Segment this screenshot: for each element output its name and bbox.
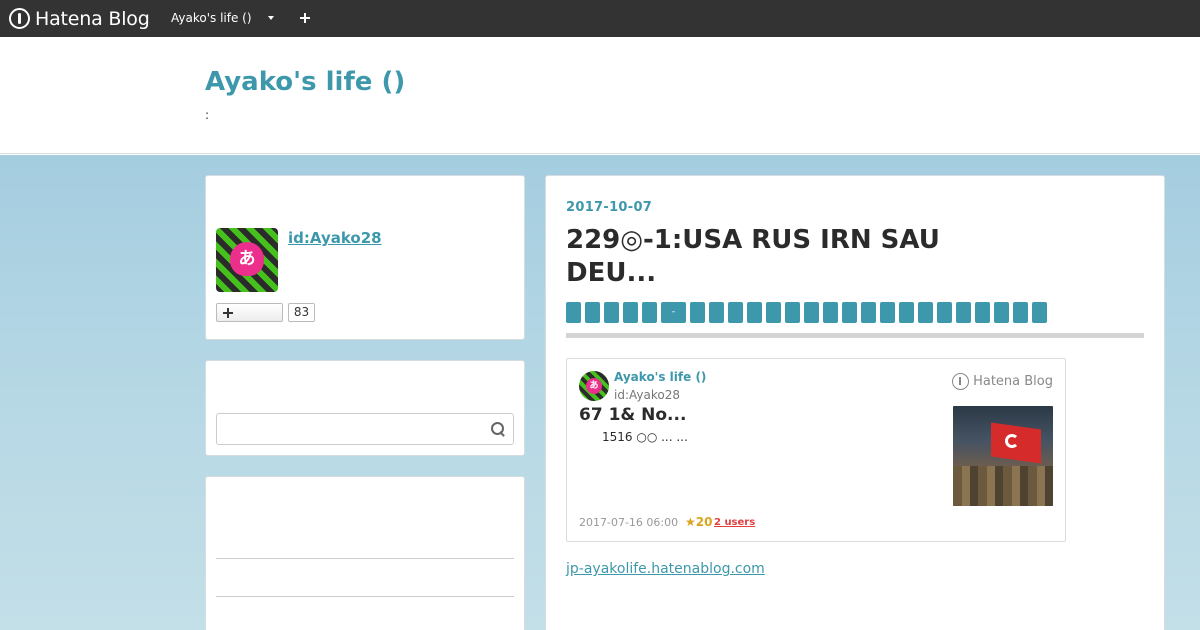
- category-tag[interactable]: [766, 302, 781, 323]
- category-tag[interactable]: [604, 302, 619, 323]
- heart-icon: あ: [230, 242, 264, 276]
- embed-blog-name[interactable]: Ayako's life (): [614, 370, 706, 384]
- avatar[interactable]: あ: [579, 371, 609, 401]
- category-list: -: [566, 302, 1047, 323]
- category-tag[interactable]: [994, 302, 1009, 323]
- plus-icon[interactable]: [296, 7, 314, 29]
- search-module: [205, 360, 525, 456]
- embed-date: 2017-07-16 06:00: [579, 516, 679, 529]
- category-tag[interactable]: [566, 302, 581, 323]
- top-navigation-bar: Hatena Blog Ayako's life (): [0, 0, 1200, 37]
- category-tag[interactable]: [880, 302, 895, 323]
- post-link[interactable]: jp-ayakolife.hatenablog.com: [566, 561, 765, 577]
- category-tag[interactable]: [623, 302, 638, 323]
- category-tag[interactable]: [785, 302, 800, 323]
- category-tag[interactable]: [585, 302, 600, 323]
- hatena-blog-logo[interactable]: Hatena Blog: [952, 372, 1053, 390]
- category-tag[interactable]: [1032, 302, 1047, 323]
- blog-card-embed[interactable]: あ Ayako's life () id:Ayako28 Hatena Blog…: [566, 358, 1066, 542]
- search-input[interactable]: [216, 413, 514, 445]
- search-icon[interactable]: [491, 422, 505, 436]
- star-count[interactable]: ★20: [685, 515, 712, 529]
- hatena-blog-logo[interactable]: Hatena Blog: [9, 7, 150, 30]
- embed-user-id: id:Ayako28: [614, 388, 680, 402]
- category-tag[interactable]: -: [661, 302, 686, 323]
- bookmark-users-link[interactable]: 2 users: [714, 517, 755, 528]
- blog-header: Ayako's life () :: [0, 37, 1200, 154]
- crescent-icon: [1005, 434, 1019, 448]
- avatar[interactable]: あ: [216, 228, 278, 292]
- category-tag[interactable]: [747, 302, 762, 323]
- category-tag[interactable]: [709, 302, 724, 323]
- category-tag[interactable]: [842, 302, 857, 323]
- links-module: [205, 476, 525, 630]
- embed-logo-text: Hatena Blog: [973, 373, 1053, 389]
- category-tag[interactable]: [956, 302, 971, 323]
- category-tag[interactable]: [690, 302, 705, 323]
- heart-icon: あ: [586, 378, 602, 394]
- divider: [216, 596, 514, 597]
- embed-title[interactable]: 67 1& No...: [579, 405, 686, 425]
- category-tag[interactable]: [1013, 302, 1028, 323]
- category-tag[interactable]: [937, 302, 952, 323]
- category-tag[interactable]: [899, 302, 914, 323]
- post-title[interactable]: 229◎-1:USA RUS IRN SAU DEU...: [566, 224, 986, 290]
- category-tag[interactable]: [804, 302, 819, 323]
- follower-count: 83: [288, 303, 315, 322]
- profile-module: あ id:Ayako28 83: [205, 175, 525, 340]
- profile-user-id[interactable]: id:Ayako28: [288, 229, 382, 247]
- hatena-logo-icon: [952, 372, 970, 390]
- category-tag[interactable]: [642, 302, 657, 323]
- blog-title[interactable]: Ayako's life (): [205, 67, 405, 97]
- category-tag[interactable]: [861, 302, 876, 323]
- embed-snippet: 1516 ○○ ... ...: [602, 430, 688, 444]
- category-tag[interactable]: [728, 302, 743, 323]
- category-tag[interactable]: [975, 302, 990, 323]
- post-date[interactable]: 2017-10-07: [566, 200, 652, 215]
- article-card: 2017-10-07 229◎-1:USA RUS IRN SAU DEU...…: [545, 175, 1165, 630]
- blog-description: :: [205, 108, 210, 122]
- category-tag[interactable]: [918, 302, 933, 323]
- brand-text: Hatena Blog: [35, 7, 150, 30]
- chevron-down-icon[interactable]: [268, 16, 274, 20]
- hatena-logo-icon: [9, 8, 30, 29]
- blog-switcher[interactable]: Ayako's life (): [171, 11, 252, 25]
- follow-button[interactable]: [216, 303, 283, 322]
- crowd-image: [953, 466, 1053, 506]
- divider: [216, 558, 514, 559]
- title-divider: [566, 333, 1144, 338]
- category-tag[interactable]: [823, 302, 838, 323]
- embed-thumbnail[interactable]: [953, 406, 1053, 506]
